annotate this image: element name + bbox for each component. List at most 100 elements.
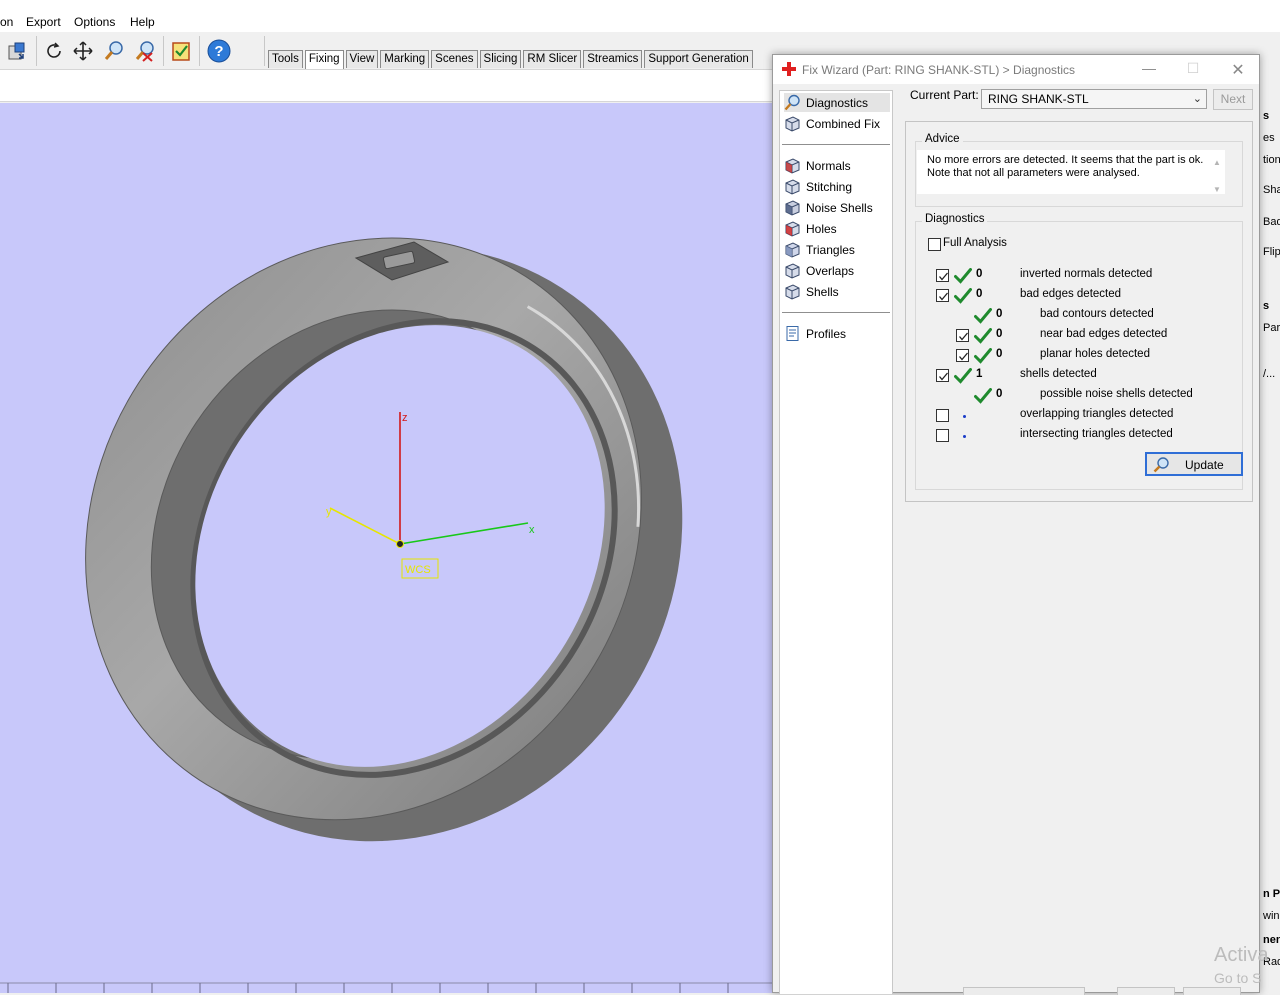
current-part-select[interactable]: RING SHANK-STL ⌄ <box>981 89 1207 109</box>
chevron-down-icon: ⌄ <box>1192 93 1202 105</box>
activation-watermark: Activa <box>1214 944 1269 966</box>
tab-marking[interactable]: Marking <box>380 50 430 68</box>
diagnostic-checkbox[interactable] <box>956 349 969 362</box>
3d-viewport[interactable]: z x y WCS <box>0 103 772 993</box>
advice-line-2: Note that not all parameters were analys… <box>927 167 1140 179</box>
dialog-titlebar[interactable]: Fix Wizard (Part: RING SHANK-STL) > Diag… <box>773 55 1259 84</box>
tab-slicing[interactable]: Slicing <box>479 50 522 68</box>
tab-scenes[interactable]: Scenes <box>431 50 478 68</box>
nav-item-shells[interactable]: Shells <box>784 282 890 301</box>
diagnostic-checkbox[interactable] <box>956 329 969 342</box>
diagnostic-label: overlapping triangles detected <box>1020 408 1174 420</box>
normals-cube-icon <box>785 158 800 174</box>
panel-fragment: /... <box>1263 368 1276 380</box>
right-side-panel: s es tion Sha Bad Flip s Part /... n Pa … <box>1258 100 1280 993</box>
diagnostic-count: 0 <box>976 268 983 280</box>
pan-icon[interactable] <box>70 38 96 64</box>
bottom-button[interactable] <box>963 987 1085 995</box>
diagnostic-checkbox[interactable] <box>936 409 949 422</box>
nav-item-label: Triangles <box>806 242 855 257</box>
diagnostic-checkbox[interactable] <box>936 429 949 442</box>
menu-item-options[interactable]: Options <box>74 15 115 29</box>
y-axis-label: y <box>326 506 332 518</box>
tab-support-generation[interactable]: Support Generation <box>644 50 753 68</box>
scroll-down-icon[interactable]: ▼ <box>1209 183 1225 196</box>
nav-item-label: Shells <box>806 284 839 299</box>
diagnostic-label: shells detected <box>1020 368 1097 380</box>
magnifier-icon <box>1153 457 1169 473</box>
panel-fragment: wing <box>1263 910 1280 922</box>
nav-item-overlaps[interactable]: Overlaps <box>784 261 890 280</box>
help-icon[interactable]: ? <box>206 38 232 64</box>
diagnostic-label: planar holes detected <box>1040 348 1150 360</box>
advice-textbox[interactable]: No more errors are detected. It seems th… <box>917 150 1225 194</box>
nav-item-label: Diagnostics <box>806 95 869 110</box>
nav-item-label: Holes <box>806 221 837 236</box>
diagnostic-count: 0 <box>996 388 1003 400</box>
advice-scrollbar[interactable]: ▲ ▼ <box>1209 150 1225 194</box>
close-icon[interactable]: ✕ <box>1228 60 1248 79</box>
bottom-button[interactable] <box>1183 987 1241 995</box>
tab-fixing[interactable]: Fixing <box>304 50 344 69</box>
panel-fragment: tion <box>1263 154 1280 166</box>
full-analysis-label: Full Analysis <box>943 237 1007 249</box>
rotate-icon[interactable] <box>41 38 67 64</box>
diagnostic-label: bad edges detected <box>1020 288 1122 300</box>
nav-item-diagnostics[interactable]: Diagnostics <box>784 93 890 112</box>
nav-item-stitching[interactable]: Stitching <box>784 177 890 196</box>
nav-item-label: Profiles <box>806 326 847 341</box>
current-part-label: Current Part: <box>910 88 979 102</box>
zoom-icon[interactable] <box>101 38 127 64</box>
bottom-ruler <box>0 982 772 993</box>
panel-fragment: s <box>1263 300 1270 312</box>
diagnostic-checkbox[interactable] <box>936 369 949 382</box>
full-analysis-checkbox[interactable] <box>928 238 941 251</box>
update-label: Update <box>1185 458 1224 472</box>
ok-check-icon <box>974 308 992 324</box>
update-button[interactable]: Update <box>1145 452 1243 476</box>
zoom-fit-icon[interactable] <box>132 38 158 64</box>
shells-cube-icon <box>785 284 800 300</box>
nav-item-profiles[interactable]: Profiles <box>784 324 890 343</box>
maximize-icon[interactable]: ☐ <box>1183 60 1203 78</box>
tab-view[interactable]: View <box>345 50 379 68</box>
diagnostic-label: near bad edges detected <box>1040 328 1168 340</box>
tab-rm-slicer[interactable]: RM Slicer <box>523 50 582 68</box>
import-icon[interactable] <box>4 38 30 64</box>
diagnostic-checkbox[interactable] <box>936 289 949 302</box>
nav-item-noise-shells[interactable]: Noise Shells <box>784 198 890 217</box>
advice-group: Advice No more errors are detected. It s… <box>915 133 1243 207</box>
toolbar-separator <box>199 36 200 66</box>
overlaps-cube-icon <box>785 263 800 279</box>
menu-item-partial[interactable]: on <box>0 15 13 29</box>
holes-cube-icon <box>785 221 800 237</box>
fix-wizard-dialog: Fix Wizard (Part: RING SHANK-STL) > Diag… <box>772 54 1260 995</box>
toolbar-separator <box>264 36 265 66</box>
panel-fragment: n Pa <box>1263 888 1280 900</box>
nav-item-holes[interactable]: Holes <box>784 219 890 238</box>
diagnostic-checkbox[interactable] <box>936 269 949 282</box>
tab-streamics[interactable]: Streamics <box>583 50 643 68</box>
diagnostic-label: possible noise shells detected <box>1040 388 1193 400</box>
nav-item-combined-fix[interactable]: Combined Fix <box>784 114 890 133</box>
current-part-value: RING SHANK-STL <box>988 92 1089 106</box>
menu-item-export[interactable]: Export <box>26 15 61 29</box>
wizard-nav: Diagnostics Combined Fix Normals Stitching N… <box>779 90 893 994</box>
nav-item-triangles[interactable]: Triangles <box>784 240 890 259</box>
nav-item-normals[interactable]: Normals <box>784 156 890 175</box>
tab-tools[interactable]: Tools <box>268 50 303 68</box>
minimize-icon[interactable]: — <box>1139 60 1159 78</box>
scroll-up-icon[interactable]: ▲ <box>1209 156 1225 169</box>
toolbar-separator <box>163 36 164 66</box>
checklist-icon[interactable] <box>168 38 194 64</box>
next-button[interactable]: Next <box>1213 89 1253 110</box>
diagnostic-count: 0 <box>996 348 1003 360</box>
advice-title: Advice <box>922 133 963 145</box>
menu-item-help[interactable]: Help <box>130 15 155 29</box>
diagnostics-group: Diagnostics Full Analysis 0 inverted norm… <box>915 213 1243 490</box>
diagnostics-title: Diagnostics <box>922 213 988 225</box>
toolbar-separator <box>36 36 37 66</box>
bottom-button[interactable] <box>1117 987 1175 995</box>
panel-fragment: es <box>1263 132 1275 144</box>
nav-separator <box>782 144 890 145</box>
